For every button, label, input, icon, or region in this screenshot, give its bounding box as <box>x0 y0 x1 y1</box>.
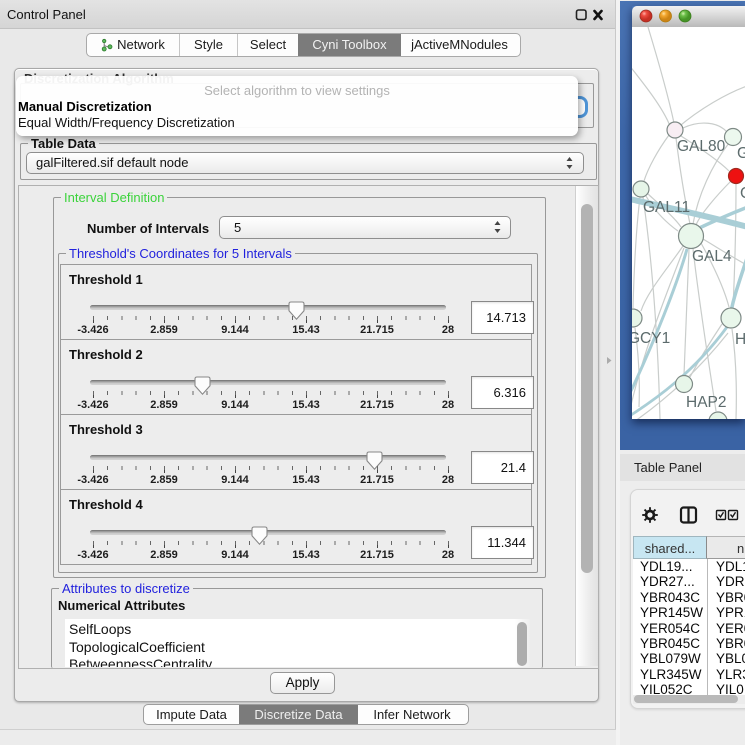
svg-text:HAP2: HAP2 <box>686 394 727 411</box>
svg-text:GCY1: GCY1 <box>632 330 670 347</box>
svg-text:GAL11: GAL11 <box>643 199 690 216</box>
svg-text:C: C <box>740 185 745 202</box>
svg-text:GA: GA <box>737 145 745 162</box>
svg-text:H: H <box>735 331 745 348</box>
svg-text:GAL4: GAL4 <box>692 248 732 265</box>
svg-text:GAL80: GAL80 <box>677 138 726 155</box>
